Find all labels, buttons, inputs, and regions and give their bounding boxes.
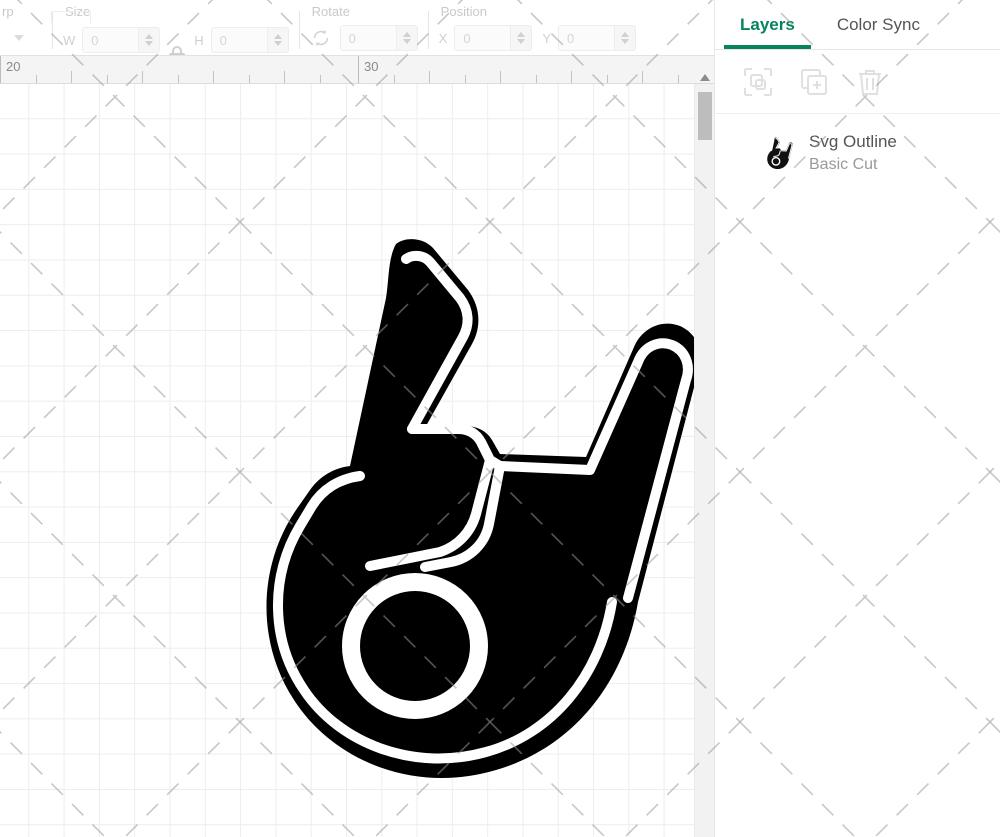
pos-y-input[interactable]: 0 <box>558 25 636 51</box>
rotate-value: 0 <box>341 26 396 50</box>
design-space-app: rp Size W 0 H <box>0 0 1000 837</box>
canvas-artwork-rock-on-hand[interactable] <box>200 214 694 794</box>
panel-tabs: Layers Color Sync <box>715 0 1000 50</box>
width-tag: W <box>63 33 75 48</box>
chevron-down-icon[interactable] <box>14 35 24 41</box>
width-stepper[interactable] <box>138 28 159 52</box>
ruler-label-30: 30 <box>364 59 378 74</box>
position-group: Position X 0 Y 0 <box>439 0 636 55</box>
position-row: X 0 Y 0 <box>439 25 636 55</box>
group-icon[interactable] <box>743 67 773 97</box>
height-input[interactable]: 0 <box>211 27 289 53</box>
height-value: 0 <box>212 28 267 52</box>
rotate-input[interactable]: 0 <box>340 25 418 51</box>
toolbar-divider-3 <box>428 11 429 49</box>
layer-subtitle: Basic Cut <box>809 155 897 174</box>
tab-color-sync[interactable]: Color Sync <box>835 0 922 49</box>
pos-y-value: 0 <box>559 26 614 50</box>
position-label: Position <box>439 0 636 25</box>
duplicate-icon[interactable] <box>799 67 829 97</box>
layer-text-block: Svg Outline Basic Cut <box>809 132 897 174</box>
rotate-row: 0 <box>310 25 418 55</box>
lock-bracket <box>51 11 91 23</box>
left-dropdown-group: rp <box>0 0 42 55</box>
toolbar-divider-2 <box>299 11 300 49</box>
layer-thumbnail-icon <box>761 136 795 170</box>
width-input[interactable]: 0 <box>82 27 160 53</box>
delete-icon[interactable] <box>855 67 885 97</box>
width-value: 0 <box>83 28 138 52</box>
scrollbar-thumb[interactable] <box>698 92 712 140</box>
height-stepper[interactable] <box>267 28 288 52</box>
pos-y-tag: Y <box>542 31 551 46</box>
canvas-vertical-scrollbar[interactable] <box>694 84 714 837</box>
scroll-up-arrow-icon[interactable] <box>700 74 710 81</box>
layer-title: Svg Outline <box>809 132 897 152</box>
right-panel: Layers Color Sync <box>715 0 1000 837</box>
pos-x-stepper[interactable] <box>510 26 531 50</box>
left-dropdown-row[interactable] <box>0 25 42 55</box>
aspect-lock-button[interactable] <box>164 10 190 56</box>
layer-action-bar <box>715 50 1000 114</box>
height-tag: H <box>194 33 203 48</box>
design-canvas[interactable] <box>0 84 694 837</box>
top-toolbar: rp Size W 0 H <box>0 0 716 56</box>
layer-item-svg-outline[interactable]: Svg Outline Basic Cut <box>715 122 1000 184</box>
left-dropdown-value <box>2 30 6 46</box>
rotate-stepper[interactable] <box>396 26 417 50</box>
pos-x-input[interactable]: 0 <box>454 25 532 51</box>
left-dropdown-label: rp <box>0 0 42 25</box>
pos-x-value: 0 <box>455 26 510 50</box>
size-group: Size W 0 H 0 <box>63 0 289 55</box>
pos-x-tag: X <box>439 31 448 46</box>
horizontal-ruler[interactable]: 20 30 <box>0 56 706 84</box>
rotate-label: Rotate <box>310 0 418 25</box>
pos-y-stepper[interactable] <box>614 26 635 50</box>
size-row: W 0 H 0 <box>63 25 289 56</box>
rotate-group: Rotate 0 <box>310 0 418 55</box>
lock-icon <box>169 46 185 56</box>
ruler-label-20: 20 <box>6 59 20 74</box>
rotate-icon[interactable] <box>310 27 332 49</box>
tab-layers[interactable]: Layers <box>738 0 797 49</box>
